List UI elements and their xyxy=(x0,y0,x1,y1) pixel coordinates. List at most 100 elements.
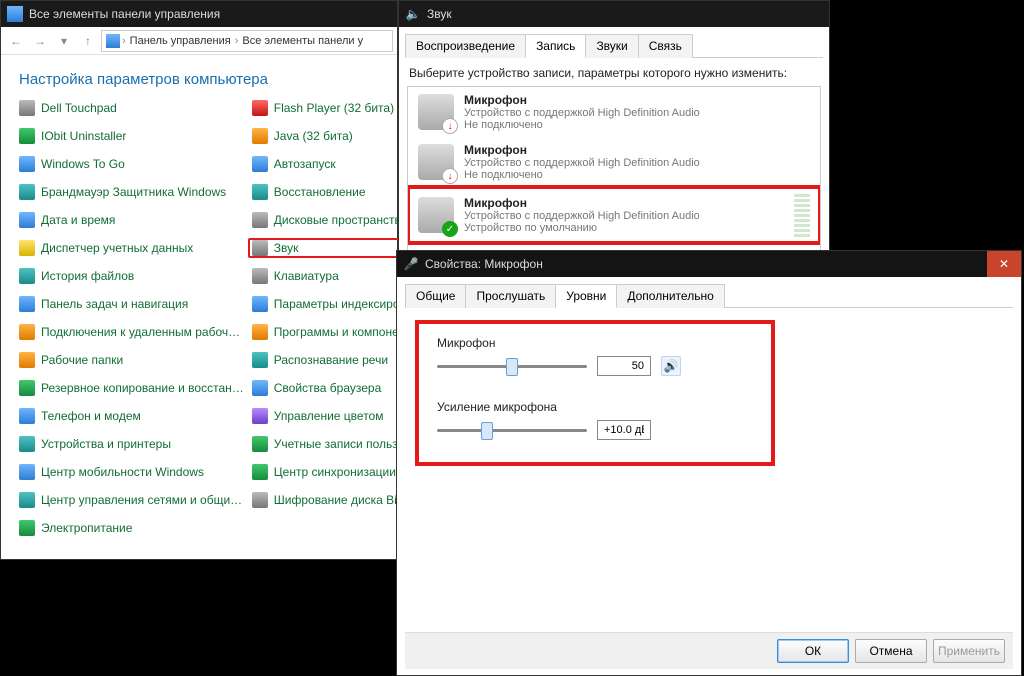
cp-item-icon xyxy=(252,436,268,452)
cp-item[interactable]: Автозапуск xyxy=(248,154,418,174)
device-item[interactable]: ↓МикрофонУстройство с поддержкой High De… xyxy=(408,137,820,187)
cp-item-icon xyxy=(19,520,35,536)
cp-item-label: IObit Uninstaller xyxy=(41,129,126,143)
snd-tab[interactable]: Связь xyxy=(638,34,693,58)
page-title: Настройка параметров компьютера xyxy=(1,55,397,98)
prop-tab[interactable]: Дополнительно xyxy=(616,284,724,308)
device-desc: Устройство с поддержкой High Definition … xyxy=(464,210,784,222)
cp-toolbar: ← → ▾ ↑ › Панель управления › Все элемен… xyxy=(1,27,397,55)
cp-item[interactable]: Звук xyxy=(248,238,418,258)
apply-button[interactable]: Применить xyxy=(933,639,1005,663)
cp-item[interactable]: Dell Touchpad xyxy=(15,98,248,118)
cp-item-label: Дата и время xyxy=(41,213,115,227)
cp-item[interactable]: Рабочие папки xyxy=(15,350,248,370)
cp-item-label: Звук xyxy=(274,241,299,255)
snd-tab[interactable]: Запись xyxy=(525,34,586,58)
forward-button[interactable]: → xyxy=(29,30,51,52)
device-list[interactable]: ↓МикрофонУстройство с поддержкой High De… xyxy=(407,86,821,254)
cp-item[interactable]: Дисковые пространства xyxy=(248,210,418,230)
cp-titlebar[interactable]: Все элементы панели управления xyxy=(1,1,397,27)
prop-tab[interactable]: Общие xyxy=(405,284,466,308)
cancel-button[interactable]: Отмена xyxy=(855,639,927,663)
address-bar[interactable]: › Панель управления › Все элементы панел… xyxy=(101,30,393,52)
cp-item[interactable]: Шифрование диска BitLo xyxy=(248,490,418,510)
recent-button[interactable]: ▾ xyxy=(53,30,75,52)
cp-item[interactable]: Брандмауэр Защитника Windows xyxy=(15,182,248,202)
cp-item-icon xyxy=(19,380,35,396)
prop-tab[interactable]: Прослушать xyxy=(465,284,556,308)
mic-level-slider[interactable] xyxy=(437,356,587,376)
cp-item-icon xyxy=(19,268,35,284)
back-button[interactable]: ← xyxy=(5,30,27,52)
snd-titlebar[interactable]: 🔈 Звук xyxy=(399,1,829,27)
cp-item-icon xyxy=(252,380,268,396)
device-item[interactable]: ✓МикрофонУстройство с поддержкой High De… xyxy=(408,187,820,243)
device-status: Устройство по умолчанию xyxy=(464,222,784,234)
cp-item[interactable]: Телефон и модем xyxy=(15,406,248,426)
cp-item[interactable]: Свойства браузера xyxy=(248,378,418,398)
cp-item-icon xyxy=(19,156,35,172)
mic-level-group: Микрофон 🔊 xyxy=(437,336,753,376)
mic-icon: 🎤 xyxy=(403,256,419,272)
snd-tab[interactable]: Звуки xyxy=(585,34,638,58)
cp-item-label: Автозапуск xyxy=(274,157,336,171)
cp-item[interactable]: Windows To Go xyxy=(15,154,248,174)
cp-item[interactable]: Дата и время xyxy=(15,210,248,230)
cp-item[interactable]: История файлов xyxy=(15,266,248,286)
cp-item-icon xyxy=(252,156,268,172)
prop-title: Свойства: Микрофон xyxy=(425,257,543,271)
mic-mute-button[interactable]: 🔊 xyxy=(661,356,681,376)
cp-item[interactable]: Центр синхронизации xyxy=(248,462,418,482)
prop-tab[interactable]: Уровни xyxy=(555,284,617,308)
cp-item-label: Резервное копирование и восстан… xyxy=(41,381,244,395)
cp-item[interactable]: IObit Uninstaller xyxy=(15,126,248,146)
breadcrumb-a[interactable]: Панель управления xyxy=(128,35,233,47)
cp-item[interactable]: Диспетчер учетных данных xyxy=(15,238,248,258)
ok-button[interactable]: ОК xyxy=(777,639,849,663)
cp-title-icon xyxy=(7,6,23,22)
breadcrumb-b[interactable]: Все элементы панели у xyxy=(240,35,365,47)
device-item[interactable]: ↓МикрофонУстройство с поддержкой High De… xyxy=(408,87,820,137)
device-status: Не подключено xyxy=(464,169,810,181)
cp-item-icon xyxy=(252,492,268,508)
prop-titlebar[interactable]: 🎤 Свойства: Микрофон ✕ xyxy=(397,251,1021,277)
cp-item[interactable]: Центр мобильности Windows xyxy=(15,462,248,482)
cp-item-icon xyxy=(252,100,268,116)
cp-item[interactable]: Центр управления сетями и общи… xyxy=(15,490,248,510)
cp-item[interactable]: Программы и компонен xyxy=(248,322,418,342)
cp-item[interactable]: Восстановление xyxy=(248,182,418,202)
device-icon: ↓ xyxy=(418,144,454,180)
cp-item[interactable]: Flash Player (32 бита) xyxy=(248,98,418,118)
cp-item-icon xyxy=(19,212,35,228)
mic-gain-group: Усиление микрофона xyxy=(437,400,753,440)
mic-gain-value[interactable] xyxy=(597,420,651,440)
cp-item[interactable]: Параметры индексиров xyxy=(248,294,418,314)
close-button[interactable]: ✕ xyxy=(987,251,1021,277)
mic-gain-slider[interactable] xyxy=(437,420,587,440)
cp-item-label: Электропитание xyxy=(41,521,132,535)
level-meter xyxy=(794,193,810,237)
cp-item[interactable]: Устройства и принтеры xyxy=(15,434,248,454)
cp-item-label: Windows To Go xyxy=(41,157,125,171)
cp-item[interactable]: Java (32 бита) xyxy=(248,126,418,146)
cp-item[interactable]: Учетные записи пользо xyxy=(248,434,418,454)
cp-item[interactable]: Электропитание xyxy=(15,518,248,538)
cp-item[interactable]: Панель задач и навигация xyxy=(15,294,248,314)
mic-level-value[interactable] xyxy=(597,356,651,376)
cp-item[interactable]: Клавиатура xyxy=(248,266,418,286)
snd-title: Звук xyxy=(427,7,452,21)
snd-tab[interactable]: Воспроизведение xyxy=(405,34,526,58)
cp-item-label: Центр мобильности Windows xyxy=(41,465,204,479)
cp-item-icon xyxy=(252,212,268,228)
speaker-icon: 🔈 xyxy=(405,6,421,22)
device-icon: ✓ xyxy=(418,197,454,233)
cp-item[interactable]: Управление цветом xyxy=(248,406,418,426)
cp-item-icon xyxy=(252,240,268,256)
device-badge: ↓ xyxy=(442,168,458,184)
cp-item[interactable]: Подключения к удаленным рабоч… xyxy=(15,322,248,342)
cp-item[interactable]: Резервное копирование и восстан… xyxy=(15,378,248,398)
cp-grid: Dell Touchpad IObit Uninstaller Windows To… xyxy=(1,98,397,538)
up-button[interactable]: ↑ xyxy=(77,30,99,52)
cp-item-icon xyxy=(19,184,35,200)
cp-item[interactable]: Распознавание речи xyxy=(248,350,418,370)
